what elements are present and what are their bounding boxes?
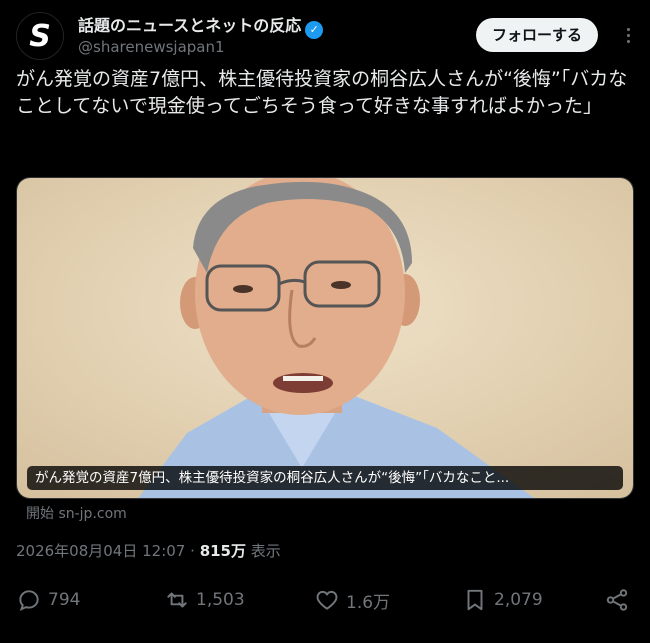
tweet-meta: 2026年08月04日 12:07 · 815万 表示 [16,540,281,561]
view-label: 表示 [250,542,281,560]
avatar-logo: S [29,18,51,54]
bookmark-button[interactable]: 2,079 [462,580,543,620]
bookmark-count: 2,079 [494,590,543,610]
bookmark-icon [467,589,483,611]
like-button[interactable]: 1.6万 [314,580,390,620]
card-source[interactable]: 開始 sn-jp.com [26,503,127,523]
repost-icon [167,592,187,608]
more-options-icon[interactable] [621,22,635,48]
account-handle[interactable]: @sharenewsjapan1 [78,38,225,56]
article-photo [17,178,633,498]
repost-count: 1,503 [196,590,245,610]
reply-count: 794 [48,590,81,610]
tweet-text: がん発覚の資産7億円、株主優待投資家の桐谷広人さんが“後悔”「バカなことしてない… [16,68,628,117]
action-bar: 794 1,503 1.6万 2,079 [16,580,634,620]
share-button[interactable] [604,580,636,620]
like-count: 1.6万 [346,592,391,613]
account-name[interactable]: 話題のニュースとネットの反応 [78,16,301,35]
share-icon [606,589,628,611]
reply-button[interactable]: 794 [16,580,80,620]
repost-button[interactable]: 1,503 [164,580,245,620]
link-card[interactable]: がん発覚の資産7億円、株主優待投資家の桐谷広人さんが“後悔”「バカなこと... [16,177,634,499]
avatar[interactable]: S [16,12,64,60]
view-count: 815万 [199,542,246,560]
meta-separator: · [190,542,195,560]
heart-icon [316,590,338,610]
verified-badge-icon: ✓ [305,21,324,39]
follow-button[interactable]: フォローする [476,18,599,52]
account-name-row[interactable]: 話題のニュースとネットの反応 ✓ [78,12,324,39]
reply-icon [19,590,39,612]
tweet-timestamp[interactable]: 2026年08月04日 12:07 [16,542,185,560]
card-caption: がん発覚の資産7億円、株主優待投資家の桐谷広人さんが“後悔”「バカなこと... [27,466,623,490]
tweet-header: S 話題のニュースとネットの反応 ✓ @sharenewsjapan1 フォローす… [16,8,634,64]
